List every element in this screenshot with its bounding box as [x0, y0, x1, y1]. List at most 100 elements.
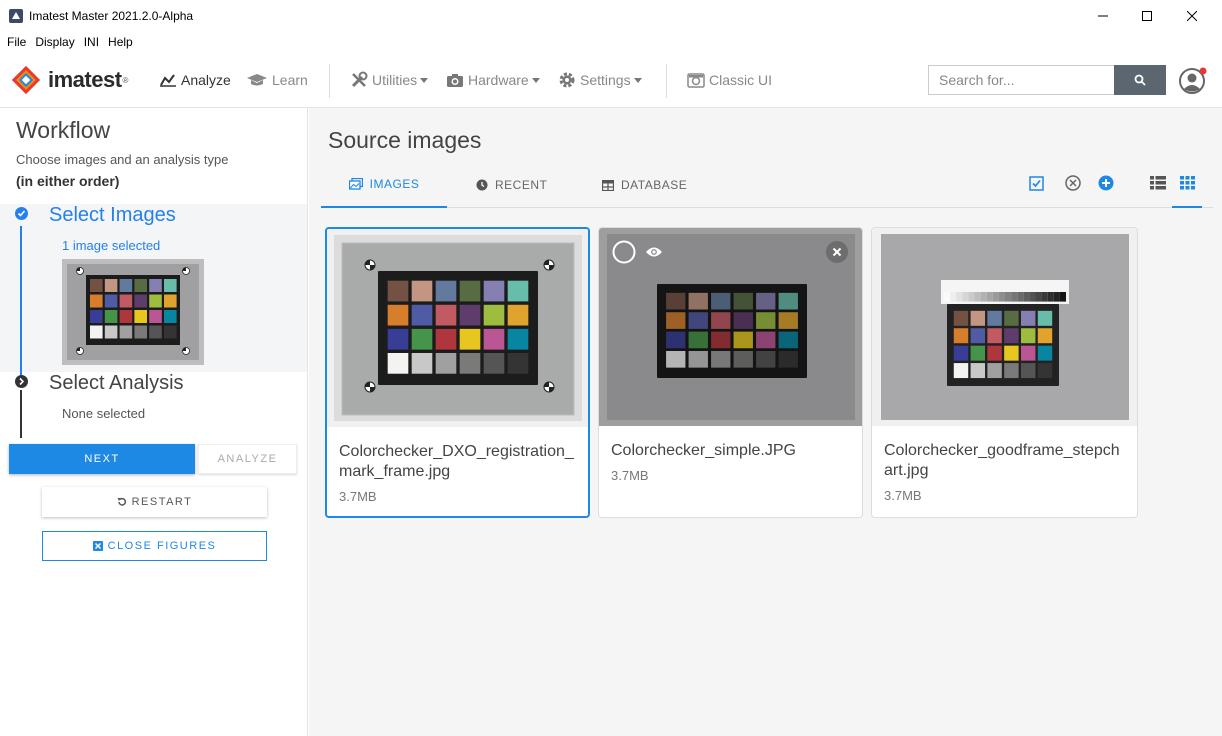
grid-view-button[interactable]	[1178, 174, 1196, 192]
logo-icon	[11, 65, 41, 95]
checkbox-icon	[1028, 175, 1044, 191]
step-connector	[20, 226, 22, 376]
step1-status: 1 image selected	[62, 238, 161, 253]
clock-icon	[476, 179, 488, 191]
app-icon	[9, 9, 23, 23]
logo-text: imatest	[48, 67, 122, 92]
nav-classic-ui-label: Classic UI	[709, 72, 773, 88]
clear-selection-button[interactable]	[1064, 174, 1082, 192]
eye-icon[interactable]	[645, 245, 663, 259]
nav-divider	[666, 64, 667, 98]
minimize-button[interactable]	[1080, 0, 1126, 32]
close-icon	[1187, 11, 1197, 21]
image-card[interactable]: Colorchecker_simple.JPG 3.7MB	[598, 227, 863, 518]
grid-icon	[1179, 176, 1195, 190]
minimize-icon	[1098, 15, 1108, 17]
image-filename: Colorchecker_goodframe_stepchart.jpg	[884, 442, 1120, 479]
user-avatar-icon[interactable]	[1177, 66, 1207, 96]
step2-title[interactable]: Select Analysis	[49, 372, 184, 395]
image-size: 3.7MB	[611, 468, 649, 483]
colorchecker-image	[606, 234, 855, 420]
plus-circle-icon	[1098, 175, 1114, 191]
tab-database[interactable]: DATABASE	[602, 162, 687, 208]
menu-display[interactable]: Display	[35, 35, 74, 49]
graduation-cap-icon	[247, 74, 267, 86]
images-icon	[348, 178, 363, 190]
tab-images-label: IMAGES	[369, 177, 420, 191]
image-filename: Colorchecker_DXO_registration_mark_frame…	[339, 443, 574, 480]
search-input[interactable]	[928, 65, 1115, 95]
close-figures-button[interactable]: CLOSE FIGURES	[42, 531, 267, 561]
step-connector	[20, 390, 22, 438]
step2-status: None selected	[62, 406, 146, 421]
imatest-logo[interactable]: imatest ®	[10, 64, 138, 96]
chevron-circle-icon	[15, 375, 28, 388]
restart-label: RESTART	[131, 496, 193, 508]
nav-utilities-label: Utilities	[372, 72, 418, 88]
step1-title[interactable]: Select Images	[49, 204, 176, 227]
workflow-title: Workflow	[16, 117, 111, 143]
nav-classic-ui[interactable]: Classic UI	[687, 70, 772, 90]
close-window-button[interactable]	[1169, 0, 1215, 32]
maximize-button[interactable]	[1124, 0, 1170, 32]
image-card[interactable]: Colorchecker_DXO_registration_mark_frame…	[325, 227, 590, 518]
title-bar: Imatest Master 2021.2.0-Alpha	[0, 0, 1222, 32]
next-button[interactable]: NEXT	[9, 444, 195, 474]
list-view-button[interactable]	[1149, 174, 1167, 192]
grid-view-indicator	[1172, 206, 1202, 208]
nav-analyze[interactable]: Analyze	[159, 70, 231, 90]
remove-icon[interactable]	[826, 241, 848, 263]
add-image-button[interactable]	[1097, 174, 1115, 192]
menu-bar: File Display INI Help	[0, 32, 1222, 52]
workflow-sidebar: Workflow Choose images and an analysis t…	[0, 108, 308, 736]
nav-settings-label: Settings	[580, 72, 631, 88]
image-card[interactable]: Colorchecker_goodframe_stepchart.jpg 3.7…	[871, 227, 1138, 518]
chevron-down-icon	[420, 77, 429, 83]
select-all-button[interactable]	[1027, 174, 1045, 192]
list-icon	[1150, 176, 1166, 190]
search-button[interactable]	[1114, 65, 1166, 95]
camera-retro-icon	[687, 72, 705, 88]
menu-file[interactable]: File	[7, 35, 26, 49]
camera-icon	[447, 73, 463, 87]
tab-recent[interactable]: RECENT	[476, 162, 547, 208]
close-figures-label: CLOSE FIGURES	[107, 540, 217, 552]
nav-analyze-label: Analyze	[181, 72, 231, 88]
undo-icon	[117, 497, 126, 506]
menu-ini[interactable]: INI	[84, 35, 99, 49]
colorchecker-image	[333, 235, 582, 421]
close-circle-icon	[1065, 175, 1081, 191]
image-size: 3.7MB	[884, 488, 922, 503]
nav-settings[interactable]: Settings	[558, 70, 642, 90]
card-image-area	[599, 228, 862, 426]
image-filename: Colorchecker_simple.JPG	[611, 442, 796, 459]
nav-utilities[interactable]: Utilities	[350, 70, 429, 90]
select-circle-icon[interactable]	[612, 240, 636, 264]
menu-help[interactable]: Help	[108, 35, 133, 49]
card-image-area	[327, 229, 588, 427]
nav-hardware[interactable]: Hardware	[446, 70, 540, 90]
nav-learn-label: Learn	[272, 72, 308, 88]
chart-icon	[160, 74, 176, 87]
tab-recent-label: RECENT	[495, 178, 548, 192]
check-circle-icon	[15, 207, 28, 220]
gear-icon	[559, 72, 575, 88]
table-icon	[602, 179, 614, 191]
tab-images[interactable]: IMAGES	[321, 162, 447, 208]
nav-hardware-label: Hardware	[468, 72, 529, 88]
close-square-icon	[92, 541, 103, 551]
maximize-icon	[1142, 11, 1152, 21]
selected-image-thumbnail[interactable]	[62, 259, 204, 365]
card-image-area	[872, 228, 1137, 426]
tab-database-label: DATABASE	[621, 178, 688, 192]
source-images-title: Source images	[328, 127, 482, 153]
chevron-down-icon	[531, 77, 540, 83]
window-title: Imatest Master 2021.2.0-Alpha	[29, 9, 194, 23]
image-size: 3.7MB	[339, 489, 377, 504]
nav-divider	[329, 64, 330, 98]
workflow-subtitle-bold: (in either order)	[16, 173, 120, 189]
main-content: Source images IMAGES RECENT DATABASE Col…	[309, 108, 1222, 736]
nav-learn[interactable]: Learn	[246, 70, 308, 90]
restart-button[interactable]: RESTART	[42, 487, 267, 517]
analyze-button[interactable]: ANALYZE	[198, 444, 297, 474]
